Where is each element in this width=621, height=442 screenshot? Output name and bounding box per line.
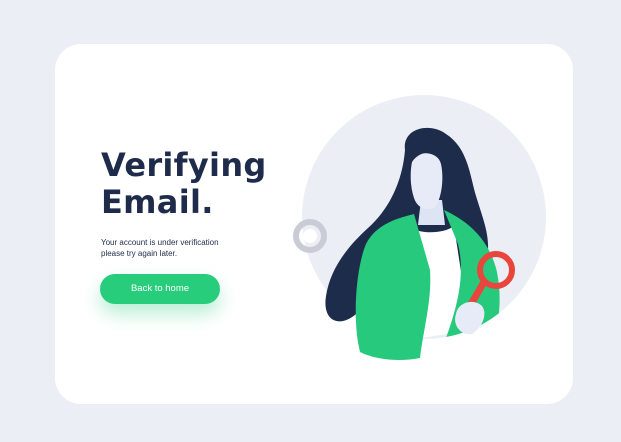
face-shape <box>410 153 443 210</box>
loading-ring-center <box>303 229 317 243</box>
verification-illustration <box>293 95 546 360</box>
page-background: Verifying Email. Your account is under v… <box>0 0 621 442</box>
